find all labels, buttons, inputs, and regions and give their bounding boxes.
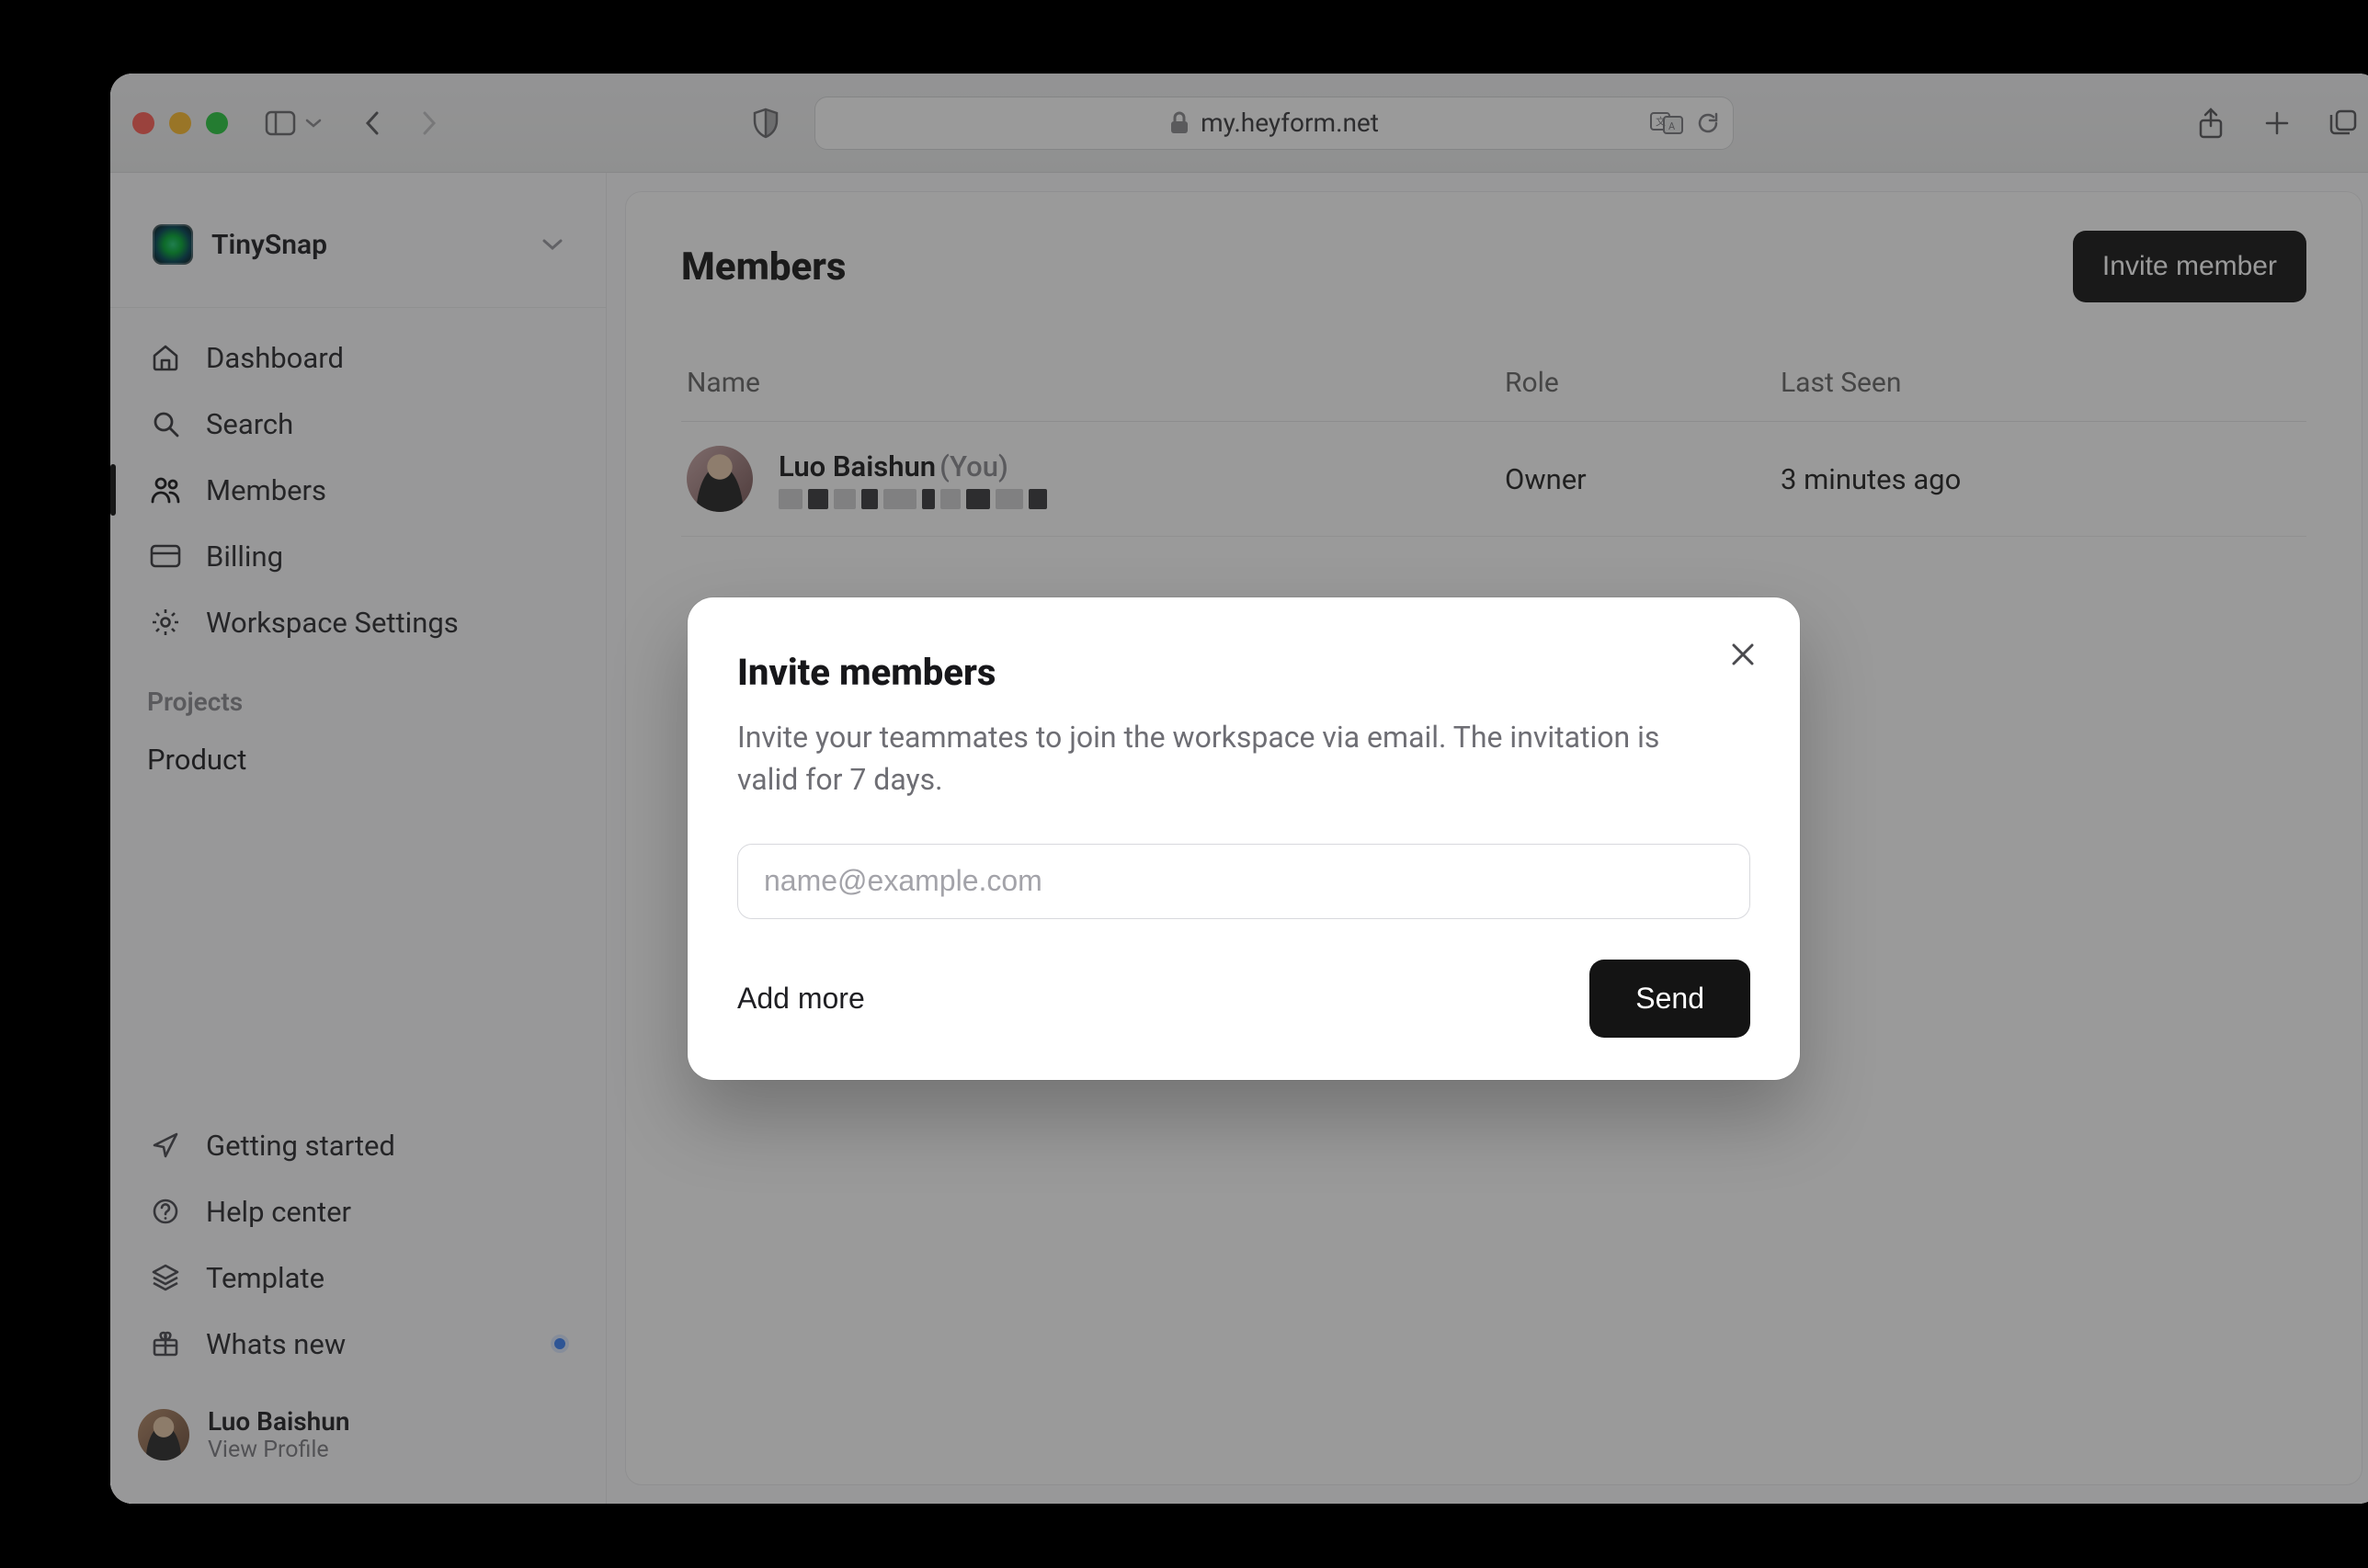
send-button[interactable]: Send bbox=[1589, 960, 1750, 1038]
close-icon[interactable] bbox=[1725, 636, 1761, 673]
invite-members-modal: Invite members Invite your teammates to … bbox=[688, 597, 1800, 1080]
add-more-button[interactable]: Add more bbox=[737, 982, 865, 1016]
modal-description: Invite your teammates to join the worksp… bbox=[737, 716, 1712, 801]
invite-email-input[interactable] bbox=[737, 844, 1750, 919]
modal-title: Invite members bbox=[737, 651, 1750, 694]
browser-window: my.heyform.net 文A bbox=[110, 74, 2368, 1504]
